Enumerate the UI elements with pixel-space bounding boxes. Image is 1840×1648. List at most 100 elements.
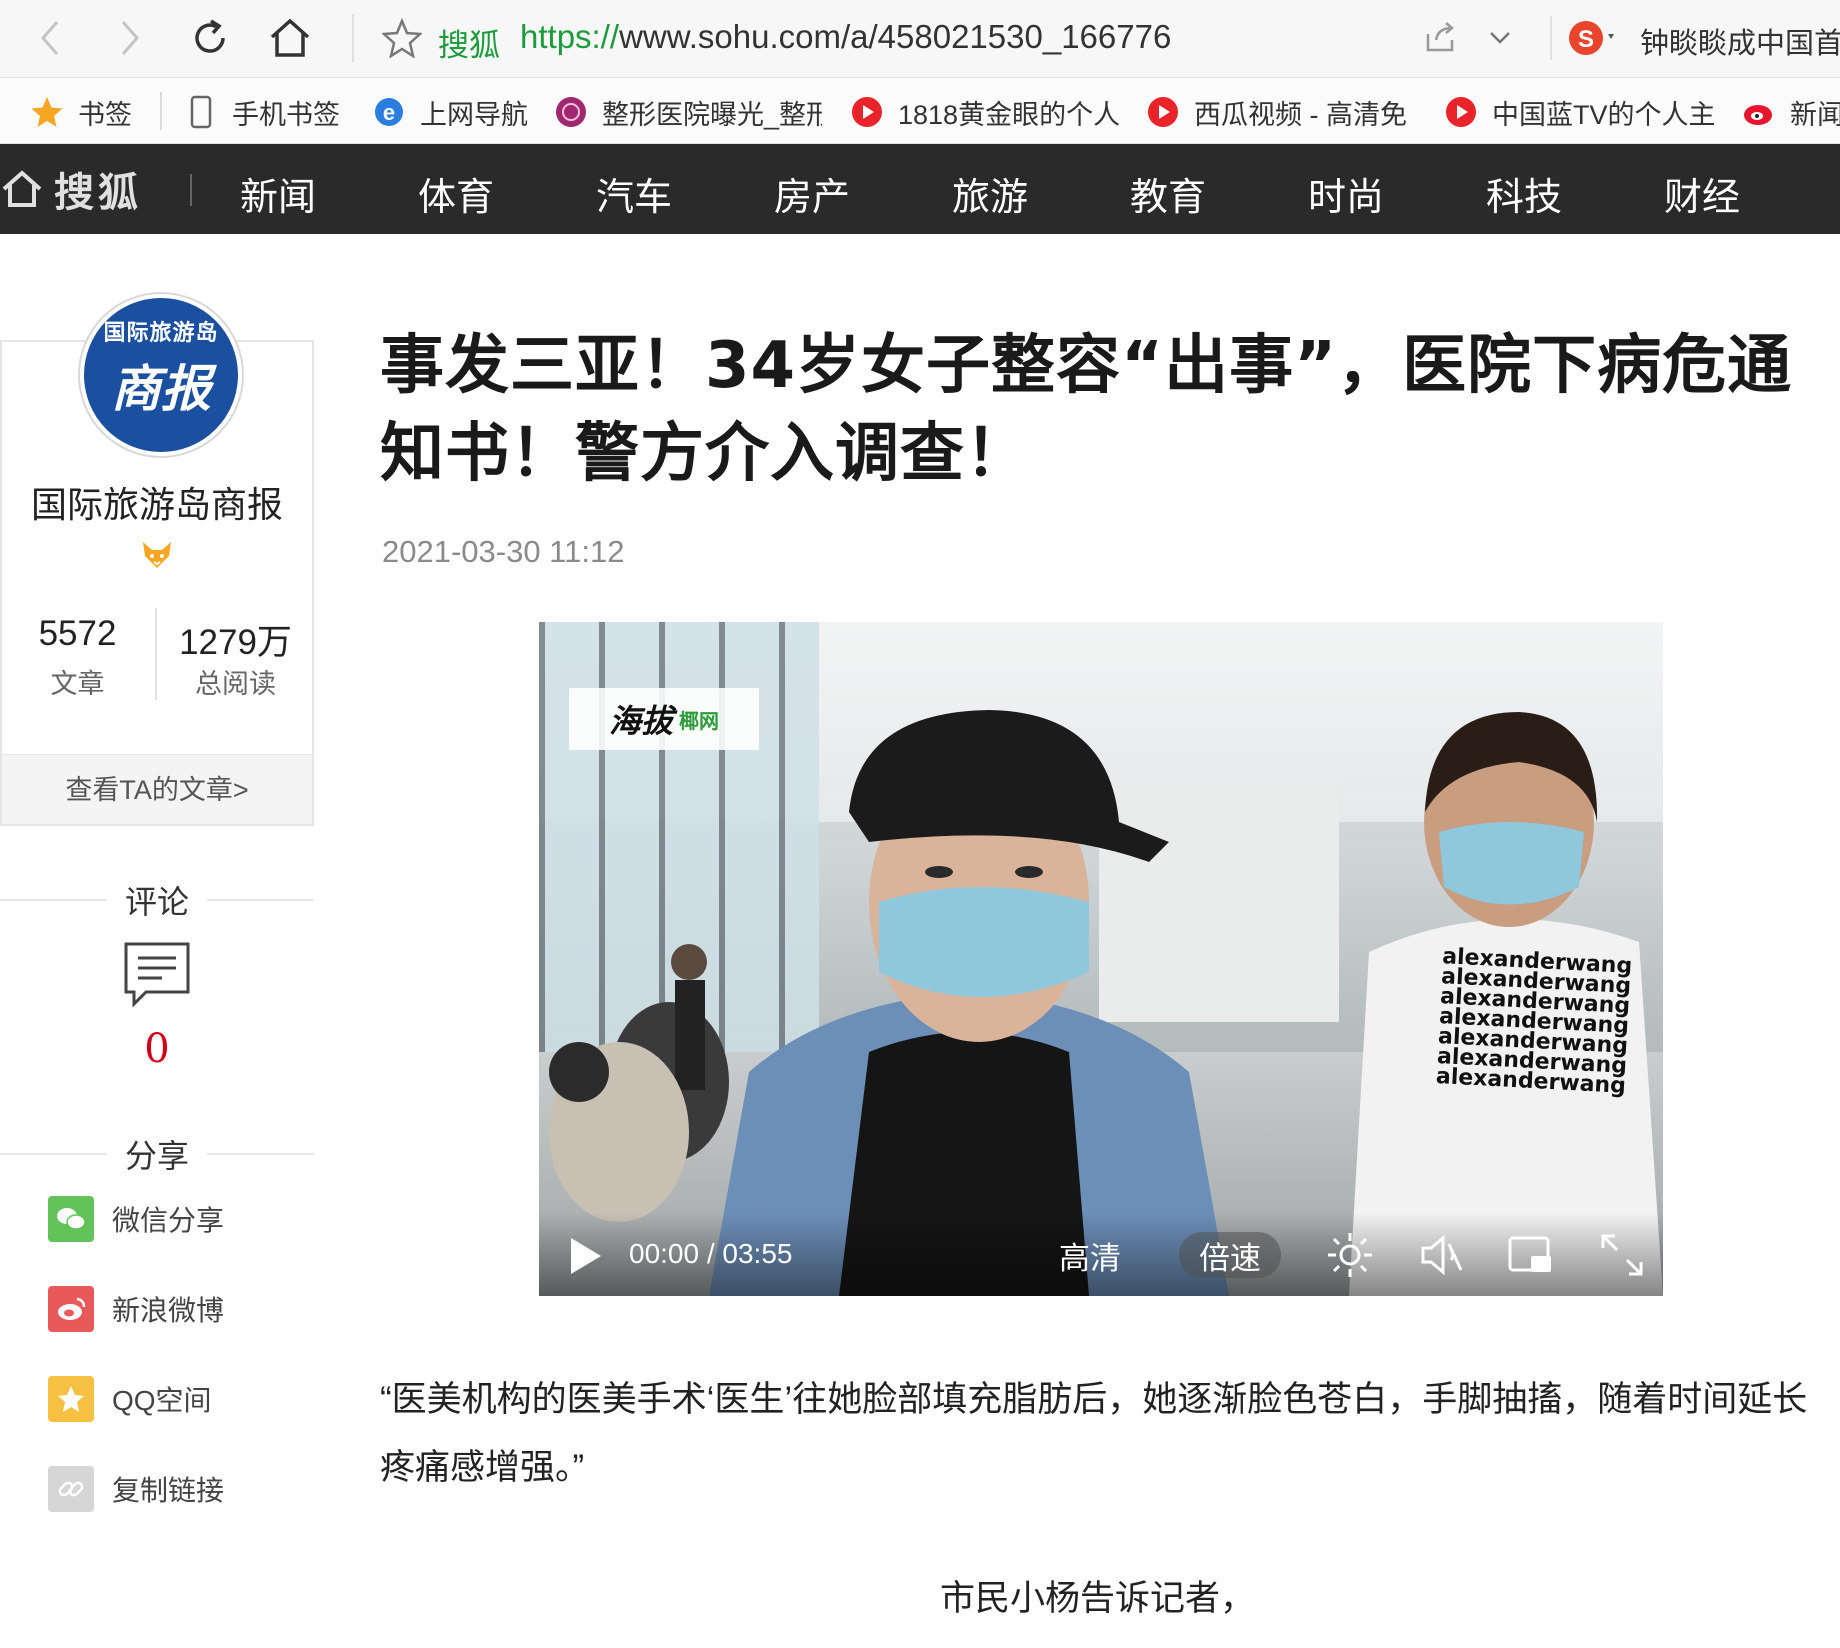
- wechat-icon: [48, 1196, 94, 1242]
- url-path: www.sohu.com/a/458021530_166776: [619, 18, 1172, 55]
- search-engine-button[interactable]: S: [1562, 14, 1622, 62]
- watermark-text: 海拔: [608, 702, 673, 740]
- avatar-text-top: 国际旅游岛: [103, 321, 219, 346]
- fox-icon: [143, 542, 171, 568]
- reload-icon: [195, 19, 225, 53]
- sogou-icon: S: [1569, 21, 1614, 55]
- avatar[interactable]: 国际旅游岛 商报: [80, 294, 242, 456]
- quality-button[interactable]: 高清: [1059, 1232, 1121, 1278]
- sohu-nav-bar: 搜狐 新闻 体育 汽车 房产 旅游 教育 时尚 科技 财经: [0, 144, 1840, 234]
- site-identity: 搜狐: [438, 28, 500, 63]
- avatar-text-bottom: 商报: [111, 359, 211, 418]
- home-button[interactable]: [266, 14, 314, 62]
- bookmark-item[interactable]: 1818黄金眼的个人主: [850, 92, 1120, 132]
- weibo-icon: [48, 1286, 94, 1332]
- bookmark-item[interactable]: 手机书签: [184, 92, 340, 132]
- share-copy-link[interactable]: 复制链接: [48, 1464, 224, 1514]
- video-time: 00:00 / 03:55: [629, 1238, 793, 1269]
- bookmark-star-button[interactable]: [378, 14, 426, 62]
- video-player[interactable]: 海拔 椰网 alexanderwang alexanderwang alexand…: [539, 622, 1663, 1296]
- fullscreen-icon[interactable]: [1597, 1230, 1647, 1280]
- chevron-left-icon: [41, 21, 59, 55]
- svg-text:S: S: [1578, 26, 1594, 53]
- article-title: 事发三亚！34岁女子整容“出事”，医院下病危通知书！警方介入调查！: [380, 329, 1793, 491]
- home-icon: [270, 18, 310, 57]
- play-icon[interactable]: [565, 1234, 605, 1278]
- picture-in-picture-icon[interactable]: [1505, 1230, 1555, 1280]
- share-qzone[interactable]: QQ空间: [48, 1374, 212, 1424]
- nav-finance[interactable]: 财经: [1664, 166, 1740, 221]
- address-dropdown-button[interactable]: [1476, 14, 1524, 62]
- chevron-right-icon: [121, 21, 139, 55]
- share-label: 微信分享: [112, 1205, 225, 1236]
- heading-rule: [0, 1153, 107, 1155]
- nav-divider: [190, 174, 192, 206]
- video-controls: 00:00 / 03:55 高清 倍速: [539, 1212, 1663, 1296]
- heading-rule: [207, 1153, 315, 1155]
- article-paragraph: “医美机构的医美手术‘医生’往她脸部填充脂肪后，她逐渐脸色苍白，手脚抽搐，随着时…: [380, 1380, 1808, 1487]
- bookmark-label: 书签: [78, 99, 132, 130]
- comment-icon[interactable]: [122, 940, 192, 1010]
- article-date: 2021-03-30 11:12: [382, 534, 625, 569]
- nav-education[interactable]: 教育: [1130, 166, 1206, 221]
- url-protocol: https://: [520, 18, 620, 55]
- back-button[interactable]: [26, 14, 74, 62]
- bookmark-item[interactable]: 书签: [30, 92, 132, 132]
- heading-rule: [0, 899, 107, 901]
- share-heading: 分享: [0, 1134, 315, 1174]
- share-label: 复制链接: [112, 1475, 225, 1506]
- share-weibo[interactable]: 新浪微博: [48, 1284, 224, 1334]
- view-articles-link[interactable]: 查看TA的文章>: [0, 754, 314, 826]
- bookmark-label: 上网导航: [420, 99, 528, 130]
- toolbar-divider: [1550, 16, 1552, 60]
- comments-heading: 评论: [0, 880, 315, 920]
- bookmark-item[interactable]: 新闻: [1742, 92, 1840, 132]
- speed-button[interactable]: 倍速: [1179, 1232, 1281, 1278]
- mute-icon[interactable]: [1415, 1230, 1465, 1280]
- bookmark-item[interactable]: 整形医院曝光_整形: [554, 92, 822, 132]
- brightness-icon[interactable]: [1325, 1230, 1375, 1280]
- author-name[interactable]: 国际旅游岛商报: [0, 476, 314, 528]
- share-heading-label: 分享: [125, 1138, 190, 1174]
- bookmark-separator: [160, 92, 162, 130]
- nav-tech[interactable]: 科技: [1486, 166, 1562, 221]
- bookmark-item[interactable]: 西瓜视频 - 高清免: [1146, 92, 1416, 132]
- comment-count[interactable]: 0: [0, 1026, 314, 1072]
- article-paragraph: 市民小杨告诉记者，: [940, 1579, 1256, 1618]
- bookmark-label: 西瓜视频 - 高清免: [1194, 99, 1407, 130]
- address-bar[interactable]: https://www.sohu.com/a/458021530_166776: [520, 18, 1171, 56]
- share-wechat[interactable]: 微信分享: [48, 1194, 224, 1244]
- search-box-text[interactable]: 钟睒睒成中国首: [1640, 20, 1840, 62]
- articles-label: 文章: [50, 669, 105, 699]
- share-page-button[interactable]: [1416, 14, 1464, 62]
- bookmark-label: 手机书签: [232, 99, 340, 130]
- nav-sports[interactable]: 体育: [418, 166, 494, 221]
- browser-toolbar: 搜狐 https://www.sohu.com/a/458021530_1667…: [0, 0, 1840, 78]
- video-scene-woman-center: [709, 710, 1229, 1296]
- nav-news[interactable]: 新闻: [240, 166, 316, 221]
- forward-button[interactable]: [106, 14, 154, 62]
- nav-fashion[interactable]: 时尚: [1308, 166, 1384, 221]
- toolbar-divider: [352, 14, 354, 62]
- nav-realestate[interactable]: 房产: [774, 166, 850, 221]
- sohu-logo[interactable]: 搜狐: [0, 164, 142, 216]
- play-icon: [850, 95, 884, 129]
- bookmark-label: 整形医院曝光_整形: [602, 99, 822, 130]
- reload-button[interactable]: [186, 14, 234, 62]
- reads-label: 总阅读: [195, 669, 276, 699]
- star-icon: [30, 95, 64, 129]
- bookmark-label: 1818黄金眼的个人主: [898, 99, 1120, 130]
- qzone-icon: [48, 1376, 94, 1422]
- watermark-subtext: 椰网: [679, 708, 719, 733]
- star-outline-icon: [382, 18, 422, 58]
- nav-auto[interactable]: 汽车: [596, 166, 672, 221]
- bookmark-item[interactable]: e 上网导航: [372, 92, 528, 132]
- bookmark-label: 新闻: [1790, 99, 1840, 130]
- ie-icon: e: [372, 95, 406, 129]
- sohu-logo-text: 搜狐: [54, 170, 142, 216]
- video-watermark: 海拔 椰网: [569, 688, 759, 750]
- nav-travel[interactable]: 旅游: [952, 166, 1028, 221]
- bookmark-item[interactable]: 中国蓝TV的个人主: [1444, 92, 1714, 132]
- bookmark-label: 中国蓝TV的个人主: [1492, 99, 1714, 130]
- link-icon: [48, 1466, 94, 1512]
